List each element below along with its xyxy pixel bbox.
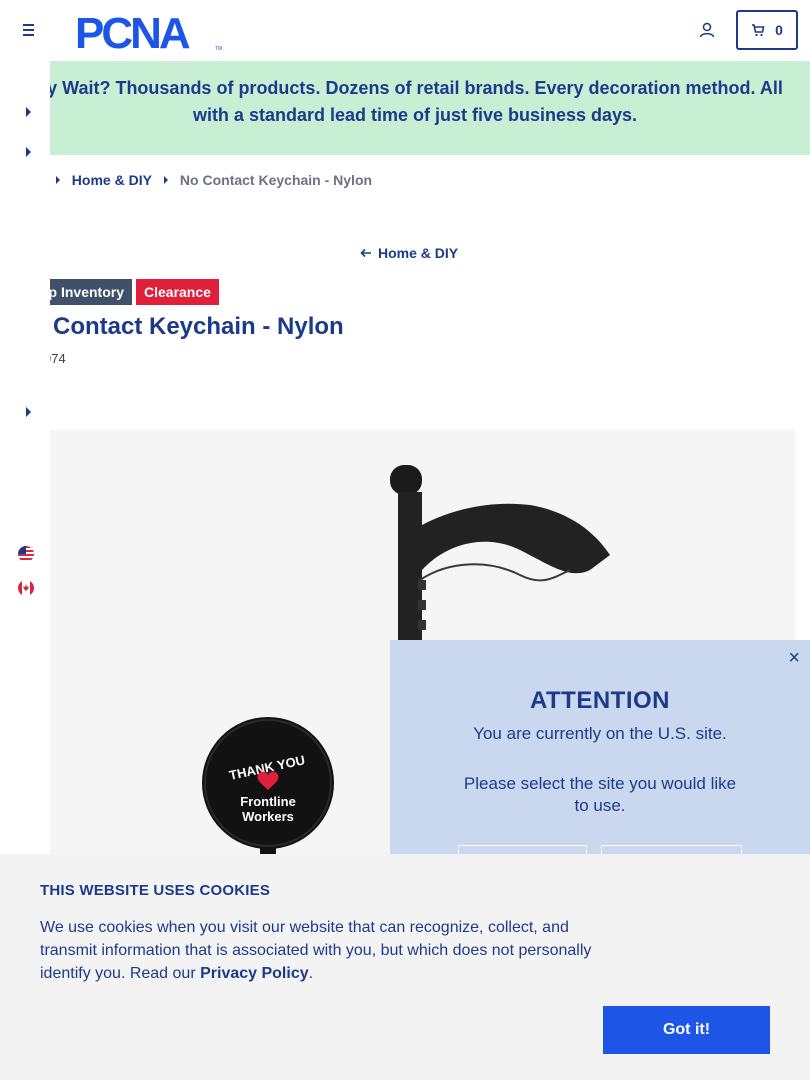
attention-title: ATTENTION: [529, 687, 671, 714]
close-icon[interactable]: ×: [788, 648, 800, 668]
arrow-left-icon: [360, 248, 371, 258]
cart-button[interactable]: 0: [736, 10, 798, 50]
product-page: PCNA TM 0 y Wait? Thousands of products.…: [0, 0, 810, 1080]
breadcrumb-current: No Contact Keychain - Nylon: [179, 172, 373, 188]
caret-right-icon[interactable]: [26, 147, 31, 157]
banner-line-2: with a standard lead time of just five b…: [192, 105, 638, 125]
banner-line-1: y Wait? Thousands of products. Dozens of…: [47, 78, 783, 98]
back-link-label: Home & DIY: [378, 245, 459, 261]
product-title: Contact Keychain - Nylon: [53, 313, 344, 340]
cart-icon: [752, 24, 765, 37]
breadcrumb-home-diy[interactable]: Home & DIY: [72, 172, 152, 188]
site-header: PCNA TM 0: [0, 0, 810, 61]
caret-right-icon[interactable]: [26, 107, 31, 117]
breadcrumb: e Home & DIY No Contact Keychain - Nylon: [36, 172, 372, 188]
promo-banner: y Wait? Thousands of products. Dozens of…: [0, 61, 810, 155]
cookie-banner: THIS WEBSITE USES COOKIES We use cookies…: [0, 854, 810, 1080]
cookie-body: We use cookies when you visit our websit…: [40, 919, 592, 982]
badge-text-line-3: Workers: [242, 809, 294, 824]
cookie-text: We use cookies when you visit our websit…: [40, 916, 610, 985]
account-icon[interactable]: [698, 21, 716, 39]
canada-flag-icon[interactable]: [18, 580, 34, 596]
cookie-title: THIS WEBSITE USES COOKIES: [40, 882, 271, 899]
banner-text: y Wait? Thousands of products. Dozens of…: [0, 75, 810, 129]
hamburger-menu-icon[interactable]: [18, 20, 38, 40]
logo-text: PCNA: [75, 10, 190, 52]
cookie-period: .: [308, 965, 314, 982]
site-selection-modal: × ATTENTION You are currently on the U.S…: [390, 640, 810, 865]
breadcrumb-separator-icon: [55, 176, 60, 184]
accept-cookies-button[interactable]: Got it!: [603, 1006, 770, 1054]
privacy-policy-link[interactable]: Privacy Policy: [200, 965, 309, 982]
pcna-logo[interactable]: PCNA TM: [75, 10, 225, 52]
back-to-category-link[interactable]: Home & DIY: [360, 245, 458, 261]
clearance-badge: Clearance: [136, 279, 219, 305]
attention-prompt: Please select the site you would like to…: [463, 774, 737, 815]
attention-message: You are currently on the U.S. site.: [473, 724, 727, 743]
cart-count: 0: [775, 22, 783, 38]
caret-right-icon[interactable]: [26, 407, 31, 417]
badge-text-line-2: Frontline: [240, 794, 296, 809]
logo-tm: TM: [215, 46, 222, 52]
us-flag-icon[interactable]: [18, 546, 34, 562]
breadcrumb-separator-icon: [163, 176, 168, 184]
